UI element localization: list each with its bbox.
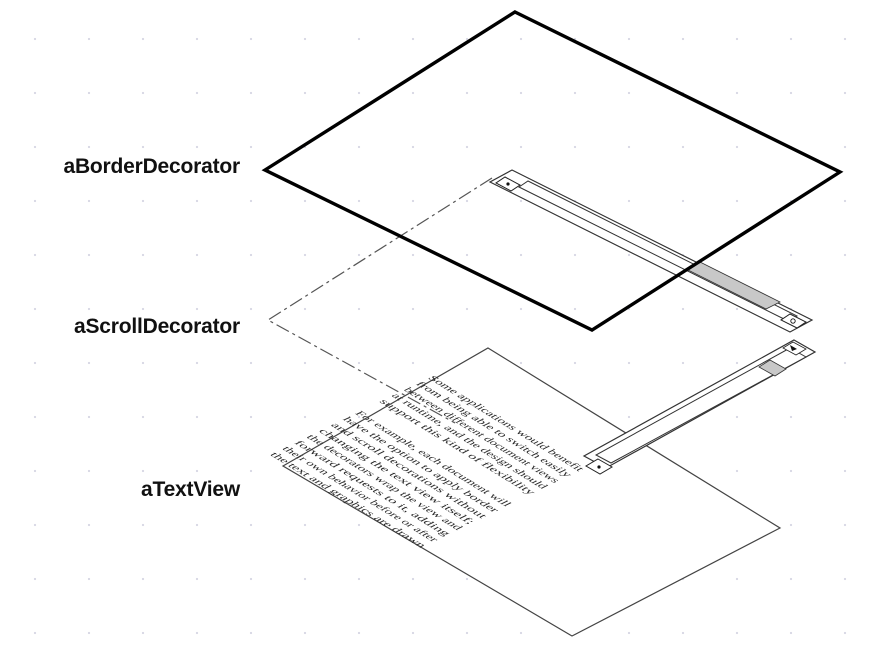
label-scroll-decorator: aScrollDecorator xyxy=(73,315,240,338)
upper-scroll-start-dot xyxy=(506,182,510,186)
lower-scroll-end-dot xyxy=(597,465,601,469)
label-border-decorator: aBorderDecorator xyxy=(63,155,240,178)
label-text-view: aTextView xyxy=(141,478,240,501)
upper-scrollbar xyxy=(488,169,814,333)
border-decorator-frame xyxy=(261,10,844,332)
lower-scrollbar xyxy=(582,339,817,475)
